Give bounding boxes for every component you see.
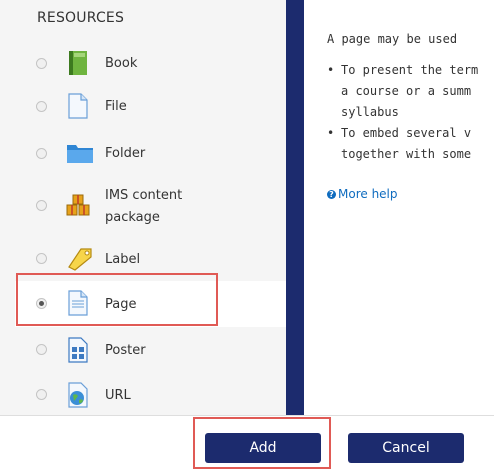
poster-icon xyxy=(65,337,91,363)
resource-label-ims-line2: package xyxy=(105,210,160,225)
radio-folder[interactable] xyxy=(36,148,47,159)
add-button[interactable]: Add xyxy=(205,433,321,463)
resource-label-folder: Folder xyxy=(105,146,146,161)
page-icon xyxy=(65,290,91,316)
resource-label-poster: Poster xyxy=(105,343,146,358)
radio-book[interactable] xyxy=(36,58,47,69)
resource-item-page[interactable]: Page xyxy=(15,281,286,327)
resource-item-file[interactable]: File xyxy=(15,91,286,121)
resources-header: RESOURCES xyxy=(37,10,125,26)
help-line: a course or a summ xyxy=(341,84,472,98)
resource-item-folder[interactable]: Folder xyxy=(15,138,286,168)
folder-icon xyxy=(65,140,95,166)
radio-ims-package[interactable] xyxy=(36,200,47,211)
more-help-label[interactable]: More help xyxy=(338,187,398,201)
help-line: syllabus xyxy=(341,105,399,119)
label-tag-icon xyxy=(65,245,95,271)
cancel-button[interactable]: Cancel xyxy=(348,433,464,463)
file-icon xyxy=(65,93,91,119)
resource-item-ims-package[interactable]: IMS content package xyxy=(15,182,286,230)
url-globe-icon xyxy=(65,382,91,408)
radio-poster[interactable] xyxy=(36,344,47,355)
resource-item-book[interactable]: Book xyxy=(15,48,286,78)
help-bullet: To embed several v together with some xyxy=(327,123,494,165)
resource-label-ims-line1: IMS content xyxy=(105,188,183,203)
ims-package-icon xyxy=(65,192,91,218)
resource-item-poster[interactable]: Poster xyxy=(15,335,286,365)
help-line: To embed several v xyxy=(341,126,472,140)
resource-item-label[interactable]: Label xyxy=(15,244,286,274)
resource-label-page: Page xyxy=(105,297,137,312)
help-line: together with some xyxy=(341,147,472,161)
help-line: To present the term xyxy=(341,63,479,77)
more-help-link[interactable]: ? More help xyxy=(327,187,494,201)
help-bullet: To present the term a course or a summ s… xyxy=(327,60,494,123)
help-intro: A page may be used xyxy=(327,32,458,46)
book-icon xyxy=(65,50,91,76)
help-list: To present the term a course or a summ s… xyxy=(327,60,494,165)
panel-divider xyxy=(286,0,304,415)
resource-label-label: Label xyxy=(105,252,141,267)
help-panel: A page may be used To present the term a… xyxy=(327,32,494,201)
resource-label-file: File xyxy=(105,99,127,114)
radio-label[interactable] xyxy=(36,253,47,264)
resource-label-book: Book xyxy=(105,56,138,71)
radio-file[interactable] xyxy=(36,101,47,112)
resource-label-url: URL xyxy=(105,388,131,403)
radio-url[interactable] xyxy=(36,389,47,400)
radio-page[interactable] xyxy=(36,298,47,309)
help-question-icon: ? xyxy=(327,189,336,199)
resource-item-url[interactable]: URL xyxy=(15,380,286,410)
